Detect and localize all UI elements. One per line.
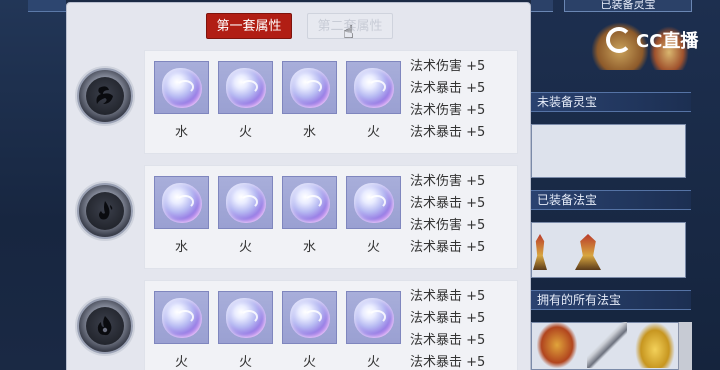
- attribute-list: 法术伤害 +5 法术暴击 +5 法术伤害 +5 法术暴击 +5: [410, 171, 520, 259]
- spirit-gem-icon: [353, 297, 394, 338]
- attribute-set-popup: 第一套属性 第二套属性 ☝ 水 火 水 火 法术伤害 +5 法术暴击 +5 法术…: [66, 2, 531, 370]
- gem-slot[interactable]: [154, 61, 209, 114]
- attribute-line: 法术暴击 +5: [410, 125, 486, 140]
- owned-fabao-header: 拥有的所有法宝: [531, 290, 691, 310]
- background-tab-left: [531, 0, 553, 12]
- spirit-gem-icon: [353, 67, 394, 108]
- attribute-group-3: 火 火 火 火 法术暴击 +5 法术暴击 +5 法术暴击 +5 法术暴击 +5: [67, 280, 530, 370]
- hand-cursor-icon: ☝: [343, 22, 354, 43]
- gem-slot[interactable]: [218, 176, 273, 229]
- spirit-gem-icon: [161, 182, 202, 223]
- attribute-list: 法术暴击 +5 法术暴击 +5 法术暴击 +5 法术暴击 +5: [410, 286, 520, 370]
- gem-slot[interactable]: [282, 291, 337, 344]
- pagoda-icon[interactable]: [537, 322, 577, 368]
- fire-drop-icon: [86, 192, 124, 230]
- attribute-line: 法术暴击 +5: [410, 81, 486, 96]
- gem-slot[interactable]: [218, 291, 273, 344]
- equipped-lingbao-tab[interactable]: 已装备灵宝: [564, 0, 692, 12]
- gem-slot[interactable]: [282, 61, 337, 114]
- attribute-line: 法术暴击 +5: [410, 333, 486, 348]
- gem-element-label: 火: [302, 355, 316, 370]
- flame-emblem-icon: [77, 298, 133, 354]
- gem-slot[interactable]: [346, 291, 401, 344]
- spirit-gem-icon: [289, 182, 330, 223]
- spirit-gem-icon: [161, 297, 202, 338]
- gem-element-label: 水: [174, 125, 188, 140]
- unequipped-lingbao-header: 未装备灵宝: [531, 92, 691, 112]
- spirit-gem-icon: [161, 67, 202, 108]
- unequipped-lingbao-panel: [531, 124, 686, 178]
- attribute-line: 法术暴击 +5: [410, 196, 486, 211]
- attribute-line: 法术暴击 +5: [410, 289, 486, 304]
- spirit-gem-icon: [289, 67, 330, 108]
- background-left-strip: [28, 0, 66, 12]
- spirit-gem-icon: [353, 182, 394, 223]
- gem-slot[interactable]: [346, 61, 401, 114]
- gem-slot[interactable]: [346, 176, 401, 229]
- gem-element-label: 水: [174, 240, 188, 255]
- attribute-list: 法术伤害 +5 法术暴击 +5 法术伤害 +5 法术暴击 +5: [410, 56, 520, 144]
- cc-logo-icon: [606, 27, 632, 53]
- fire-emblem-icon: [77, 183, 133, 239]
- attribute-card-2: 水 火 水 火 法术伤害 +5 法术暴击 +5 法术伤害 +5 法术暴击 +5: [144, 165, 518, 269]
- attribute-line: 法术暴击 +5: [410, 240, 486, 255]
- gem-element-label: 火: [238, 125, 252, 140]
- attribute-group-2: 水 火 水 火 法术伤害 +5 法术暴击 +5 法术伤害 +5 法术暴击 +5: [67, 165, 530, 271]
- gem-slot[interactable]: [218, 61, 273, 114]
- equipped-fabao-panel: [531, 222, 686, 278]
- spirit-gem-icon: [225, 297, 266, 338]
- attribute-line: 法术伤害 +5: [410, 174, 486, 189]
- spirit-gem-icon: [225, 182, 266, 223]
- gem-slot[interactable]: [154, 176, 209, 229]
- attribute-line: 法术伤害 +5: [410, 218, 486, 233]
- water-emblem-icon: [77, 68, 133, 124]
- owned-fabao-scrollbar[interactable]: [678, 322, 692, 370]
- gem-slot[interactable]: [154, 291, 209, 344]
- gem-element-label: 火: [366, 355, 380, 370]
- gem-element-label: 火: [366, 240, 380, 255]
- gem-slot[interactable]: [282, 176, 337, 229]
- attribute-line: 法术伤害 +5: [410, 103, 486, 118]
- gem-element-label: 火: [174, 355, 188, 370]
- attribute-line: 法术暴击 +5: [410, 311, 486, 326]
- gem-element-label: 火: [238, 355, 252, 370]
- attribute-line: 法术暴击 +5: [410, 355, 486, 370]
- cc-live-logo: CC直播: [606, 22, 716, 58]
- equipped-fabao-header: 已装备法宝: [531, 190, 691, 210]
- gem-element-label: 火: [366, 125, 380, 140]
- gem-element-label: 火: [238, 240, 252, 255]
- tab-first-attribute-set[interactable]: 第一套属性: [206, 13, 292, 39]
- sword-icon[interactable]: [587, 322, 627, 368]
- spirit-gem-icon: [225, 67, 266, 108]
- background-left-panel: [0, 0, 66, 370]
- water-swirl-icon: [86, 77, 124, 115]
- spirit-gem-icon: [289, 297, 330, 338]
- attribute-card-1: 水 火 水 火 法术伤害 +5 法术暴击 +5 法术伤害 +5 法术暴击 +5: [144, 50, 518, 154]
- golden-ring-icon[interactable]: [635, 322, 675, 368]
- flame-icon: [86, 307, 124, 345]
- cc-logo-text: CC直播: [636, 31, 699, 52]
- attribute-line: 法术伤害 +5: [410, 59, 486, 74]
- attribute-group-1: 水 火 水 火 法术伤害 +5 法术暴击 +5 法术伤害 +5 法术暴击 +5: [67, 50, 530, 156]
- gem-element-label: 水: [302, 125, 316, 140]
- gem-element-label: 水: [302, 240, 316, 255]
- attribute-card-3: 火 火 火 火 法术暴击 +5 法术暴击 +5 法术暴击 +5 法术暴击 +5: [144, 280, 518, 370]
